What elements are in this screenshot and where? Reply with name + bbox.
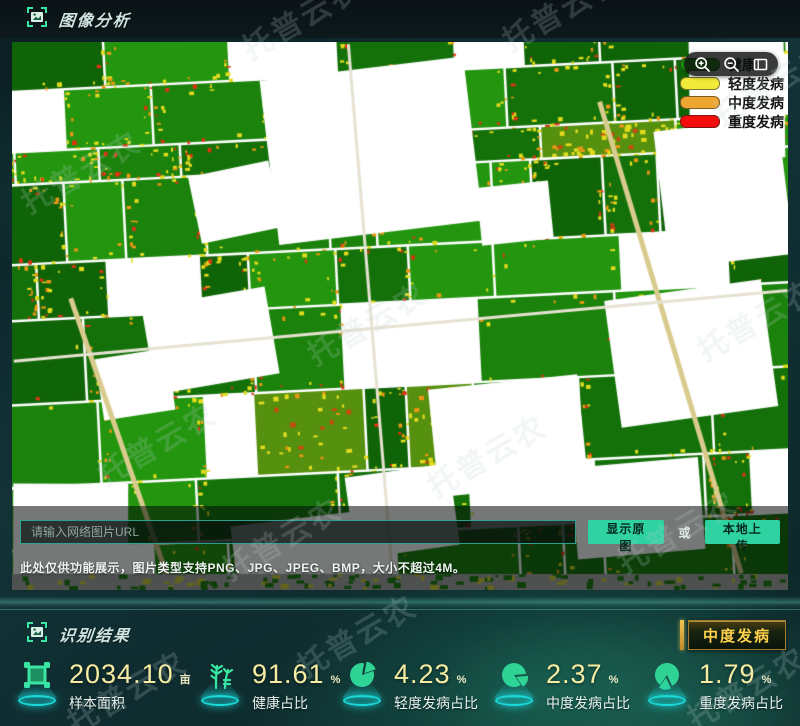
stat-unit: 亩 — [180, 671, 191, 687]
zoom-in-button[interactable] — [690, 53, 714, 75]
pedestal-ellipse — [495, 695, 533, 706]
stat-sample-area: 2034.10 亩 样本面积 — [14, 660, 191, 713]
stat-value: 2.37 — [546, 660, 603, 688]
results-header: 识别结果 中度发病 — [0, 612, 800, 656]
stats-row: 2034.10 亩 样本面积 — [0, 656, 800, 726]
pedestal-ellipse — [343, 695, 381, 706]
stat-label: 健康占比 — [252, 693, 340, 713]
stat-value: 1.79 — [699, 660, 756, 688]
zoom-in-icon — [694, 56, 711, 73]
stat-label: 轻度发病占比 — [394, 693, 478, 713]
reset-view-icon — [752, 56, 769, 73]
stat-unit: % — [457, 674, 467, 686]
stat-pedestal — [197, 660, 243, 706]
stat-value: 91.61 — [252, 660, 325, 688]
picture-frame-icon — [26, 6, 48, 33]
legend-item-severe: 重度发病 — [680, 112, 784, 131]
badge-label: 中度发病 — [688, 620, 786, 650]
stat-unit: % — [609, 674, 619, 686]
stat-pedestal — [339, 660, 385, 706]
stat-value: 4.23 — [394, 660, 451, 688]
legend-label: 轻度发病 — [728, 74, 784, 94]
zoom-reset-button[interactable] — [748, 53, 772, 75]
legend-swatch-moderate — [680, 96, 720, 109]
zoom-out-icon — [723, 56, 740, 73]
pedestal-ellipse — [201, 695, 239, 706]
pedestal-ellipse — [648, 695, 686, 706]
stat-label: 样本面积 — [69, 693, 191, 713]
upload-note: 此处仅供功能展示，图片类型支持PNG、JPG、JPEG、BMP，大小不超过4M。 — [20, 559, 780, 576]
legend-swatch-mild — [680, 77, 720, 90]
stat-pedestal — [14, 660, 60, 706]
pedestal-ellipse — [18, 695, 56, 706]
map-zoom-toolbar — [684, 52, 778, 76]
stat-pedestal — [491, 660, 537, 706]
stat-mild-pct: 4.23 % 轻度发病占比 — [339, 660, 478, 713]
legend-item-mild: 轻度发病 — [680, 74, 784, 93]
legend-item-moderate: 中度发病 — [680, 93, 784, 112]
legend-label: 重度发病 — [728, 112, 784, 132]
legend-label: 中度发病 — [728, 93, 784, 113]
legend-swatch-severe — [680, 115, 720, 128]
image-analysis-header: 图像分析 — [0, 0, 800, 38]
results-title: 识别结果 — [58, 622, 133, 646]
zoom-out-button[interactable] — [719, 53, 743, 75]
overall-status-badge: 中度发病 — [680, 620, 786, 650]
stat-label: 中度发病占比 — [546, 693, 630, 713]
stat-value: 2034.10 — [69, 660, 174, 688]
stat-pedestal — [644, 660, 690, 706]
picture-frame-icon — [26, 621, 48, 648]
section-divider — [0, 596, 800, 610]
badge-accent-bar — [680, 620, 684, 650]
stat-moderate-pct: 2.37 % 中度发病占比 — [491, 660, 630, 713]
image-url-input[interactable] — [20, 520, 576, 544]
page-title: 图像分析 — [58, 7, 133, 31]
stat-label: 重度发病占比 — [699, 693, 783, 713]
local-upload-button[interactable]: 本地上传 — [705, 520, 780, 544]
results-panel: 识别结果 中度发病 — [0, 612, 800, 726]
stat-severe-pct: 1.79 % 重度发病占比 — [644, 660, 783, 713]
stat-healthy-pct: 91.61 % 健康占比 — [197, 660, 340, 713]
upload-overlay: 显示原图 或 本地上传 此处仅供功能展示，图片类型支持PNG、JPG、JPEG、… — [12, 506, 788, 590]
show-original-button[interactable]: 显示原图 — [588, 520, 663, 544]
or-label: 或 — [679, 524, 691, 541]
stat-unit: % — [762, 674, 772, 686]
map-panel: 健康 轻度发病 中度发病 重度发病 — [12, 42, 788, 590]
